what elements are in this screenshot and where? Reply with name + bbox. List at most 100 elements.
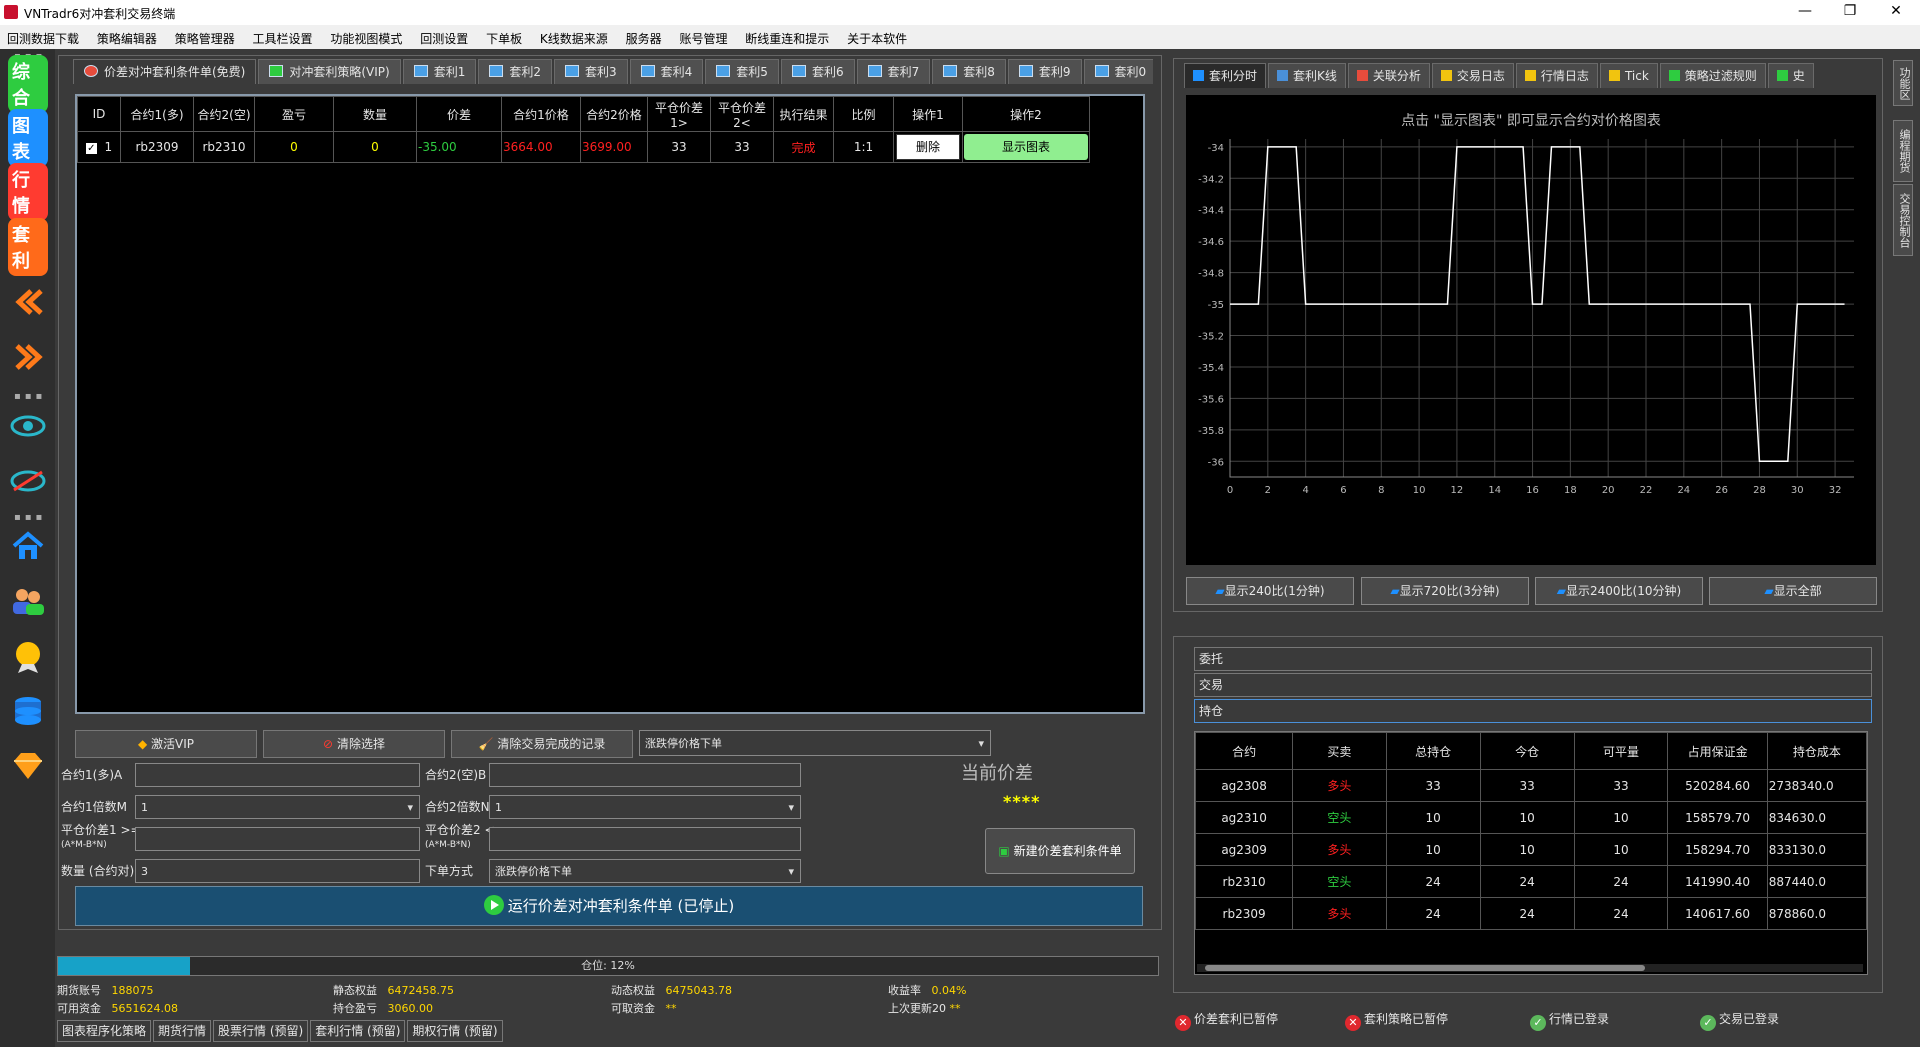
table-row[interactable]: rb2309 多头 24 24 24 140617.60 878860.0: [1195, 897, 1867, 930]
minimize-button[interactable]: —: [1785, 3, 1825, 21]
menu-item-toolbar-settings[interactable]: 工具栏设置: [246, 25, 320, 47]
tab-filter-rules[interactable]: 策略过滤规则: [1659, 63, 1766, 88]
section-orders[interactable]: 委托: [1194, 647, 1872, 671]
expand-right-icon[interactable]: [8, 340, 48, 374]
tab-arb-9[interactable]: 套利9: [1007, 59, 1082, 84]
tab-more[interactable]: 史: [1767, 63, 1814, 88]
home-icon[interactable]: [8, 529, 48, 563]
sidebar-item-arbitrage[interactable]: 套利: [8, 218, 48, 276]
medal-icon[interactable]: [8, 640, 48, 674]
menu-item-about[interactable]: 关于本软件: [840, 25, 914, 47]
tab-option-quotes[interactable]: 期权行情 (预留): [407, 1020, 503, 1042]
close-spread2-input[interactable]: [489, 827, 801, 851]
column-header[interactable]: 合约1价格: [501, 96, 581, 132]
column-header[interactable]: 比例: [833, 96, 894, 132]
tab-arb-4[interactable]: 套利4: [629, 59, 704, 84]
section-trades[interactable]: 交易: [1194, 673, 1872, 697]
column-header[interactable]: 合约1(多): [120, 96, 194, 132]
column-header[interactable]: 执行结果: [773, 96, 834, 132]
table-row[interactable]: rb2310 空头 24 24 24 141990.40 887440.0: [1195, 865, 1867, 898]
tab-arb-kline[interactable]: 套利K线: [1268, 63, 1346, 88]
collapse-left-icon[interactable]: [8, 285, 48, 319]
tab-arb-6[interactable]: 套利6: [780, 59, 855, 84]
show-2400-button[interactable]: ▰显示2400比(10分钟): [1535, 577, 1703, 605]
column-header[interactable]: 平仓价差1>: [647, 96, 711, 132]
tab-chart-strategy[interactable]: 图表程序化策略: [57, 1020, 152, 1042]
tab-spread-conditional-order[interactable]: 价差对冲套利条件单(免费): [73, 59, 257, 84]
show-240-button[interactable]: ▰显示240比(1分钟): [1186, 577, 1354, 605]
column-header[interactable]: 价差: [416, 96, 502, 132]
tab-correlation[interactable]: 关联分析: [1347, 63, 1430, 88]
row-checkbox[interactable]: ✓: [85, 143, 97, 154]
maximize-button[interactable]: ❐: [1830, 3, 1870, 21]
table-row[interactable]: ag2308 多头 33 33 33 520284.60 2738340.0: [1195, 769, 1867, 802]
tab-arb-intraday[interactable]: 套利分时: [1184, 63, 1267, 88]
column-header[interactable]: 操作2: [962, 96, 1090, 132]
run-conditional-order-button[interactable]: 运行价差对冲套利条件单 (已停止): [75, 886, 1143, 926]
column-header[interactable]: ID: [77, 96, 121, 132]
tab-arb-7[interactable]: 套利7: [856, 59, 931, 84]
order-mode-select-top[interactable]: 涨跌停价格下单: [639, 730, 991, 757]
clear-completed-button[interactable]: 🧹 清除交易完成的记录: [451, 730, 633, 758]
delete-button[interactable]: 删除: [896, 134, 960, 160]
multiplier1-select[interactable]: 1: [135, 795, 420, 820]
menu-item-kline-source[interactable]: K线数据来源: [533, 25, 615, 47]
multiplier2-select[interactable]: 1: [489, 795, 801, 820]
column-header[interactable]: 平仓价差2<: [710, 96, 774, 132]
column-header[interactable]: 买卖: [1292, 732, 1387, 770]
scrollbar-thumb[interactable]: [1205, 965, 1645, 971]
menu-item-view-mode[interactable]: 功能视图模式: [323, 25, 409, 47]
menu-item-strategy-manager[interactable]: 策略管理器: [168, 25, 242, 47]
vtab-programmed-futures[interactable]: 编程期货: [1893, 120, 1913, 182]
sidebar-item-overview[interactable]: 综合: [8, 55, 48, 113]
menu-item-order-board[interactable]: 下单板: [479, 25, 529, 47]
vtab-trading-console[interactable]: 交易控制台: [1893, 184, 1913, 256]
column-header[interactable]: 合约2(空): [193, 96, 255, 132]
tab-stock-quotes[interactable]: 股票行情 (预留): [213, 1020, 309, 1042]
tab-hedge-strategy-vip[interactable]: 对冲套利策略(VIP): [258, 59, 401, 84]
show-all-button[interactable]: ▰显示全部: [1709, 577, 1877, 605]
eye-off-icon[interactable]: [8, 464, 48, 498]
column-header[interactable]: 占用保证金: [1667, 732, 1768, 770]
order-mode-select[interactable]: 涨跌停价格下单: [489, 859, 801, 884]
vtab-function-area[interactable]: 功能区: [1893, 60, 1913, 106]
menu-item-strategy-editor[interactable]: 策略编辑器: [90, 25, 164, 47]
tab-arb-1[interactable]: 套利1: [402, 59, 477, 84]
tab-futures-quotes[interactable]: 期货行情: [153, 1020, 212, 1042]
table-row[interactable]: ✓ 1 rb2309 rb2310 0 0 -35.00 3664.00 369…: [77, 131, 1090, 163]
column-header[interactable]: 今仓: [1479, 732, 1575, 770]
column-header[interactable]: 持仓成本: [1766, 732, 1867, 770]
contract2-input[interactable]: [489, 763, 801, 787]
tab-tick[interactable]: Tick: [1599, 63, 1658, 88]
sidebar-item-quotes[interactable]: 行情: [8, 163, 48, 221]
database-icon[interactable]: [8, 694, 48, 728]
close-spread1-input[interactable]: [135, 827, 420, 851]
tab-arb-3[interactable]: 套利3: [554, 59, 628, 84]
tab-trade-log[interactable]: 交易日志: [1431, 63, 1514, 88]
new-conditional-order-button[interactable]: ▣ 新建价差套利条件单: [985, 828, 1135, 874]
tab-arb-5[interactable]: 套利5: [705, 59, 779, 84]
close-button[interactable]: ✕: [1876, 3, 1916, 21]
column-header[interactable]: 数量: [333, 96, 417, 132]
activate-vip-button[interactable]: ◆ 激活VIP: [75, 730, 257, 758]
section-positions[interactable]: 持仓: [1194, 699, 1872, 723]
diamond-icon[interactable]: [8, 749, 48, 783]
menu-item-reconnect[interactable]: 断线重连和提示: [738, 25, 836, 47]
column-header[interactable]: 操作1: [893, 96, 963, 132]
menu-item-backtest-settings[interactable]: 回测设置: [413, 25, 475, 47]
menu-item-server[interactable]: 服务器: [619, 25, 669, 47]
tab-quote-log[interactable]: 行情日志: [1515, 63, 1598, 88]
column-header[interactable]: 合约2价格: [580, 96, 648, 132]
clear-selection-button[interactable]: ⊘ 清除选择: [263, 730, 445, 758]
show-720-button[interactable]: ▰显示720比(3分钟): [1361, 577, 1529, 605]
column-header[interactable]: 盈亏: [254, 96, 334, 132]
users-icon[interactable]: [8, 584, 48, 618]
eye-icon[interactable]: [8, 409, 48, 443]
table-row[interactable]: ag2309 多头 10 10 10 158294.70 833130.0: [1195, 833, 1867, 866]
quantity-input[interactable]: 3: [135, 859, 420, 883]
menu-item-backtest-download[interactable]: 回测数据下载: [0, 25, 86, 47]
tab-arbitrage-quotes[interactable]: 套利行情 (预留): [310, 1020, 406, 1042]
tab-arb-8[interactable]: 套利8: [932, 59, 1006, 84]
horizontal-scrollbar[interactable]: [1197, 964, 1863, 972]
show-chart-button[interactable]: 显示图表: [964, 134, 1088, 160]
